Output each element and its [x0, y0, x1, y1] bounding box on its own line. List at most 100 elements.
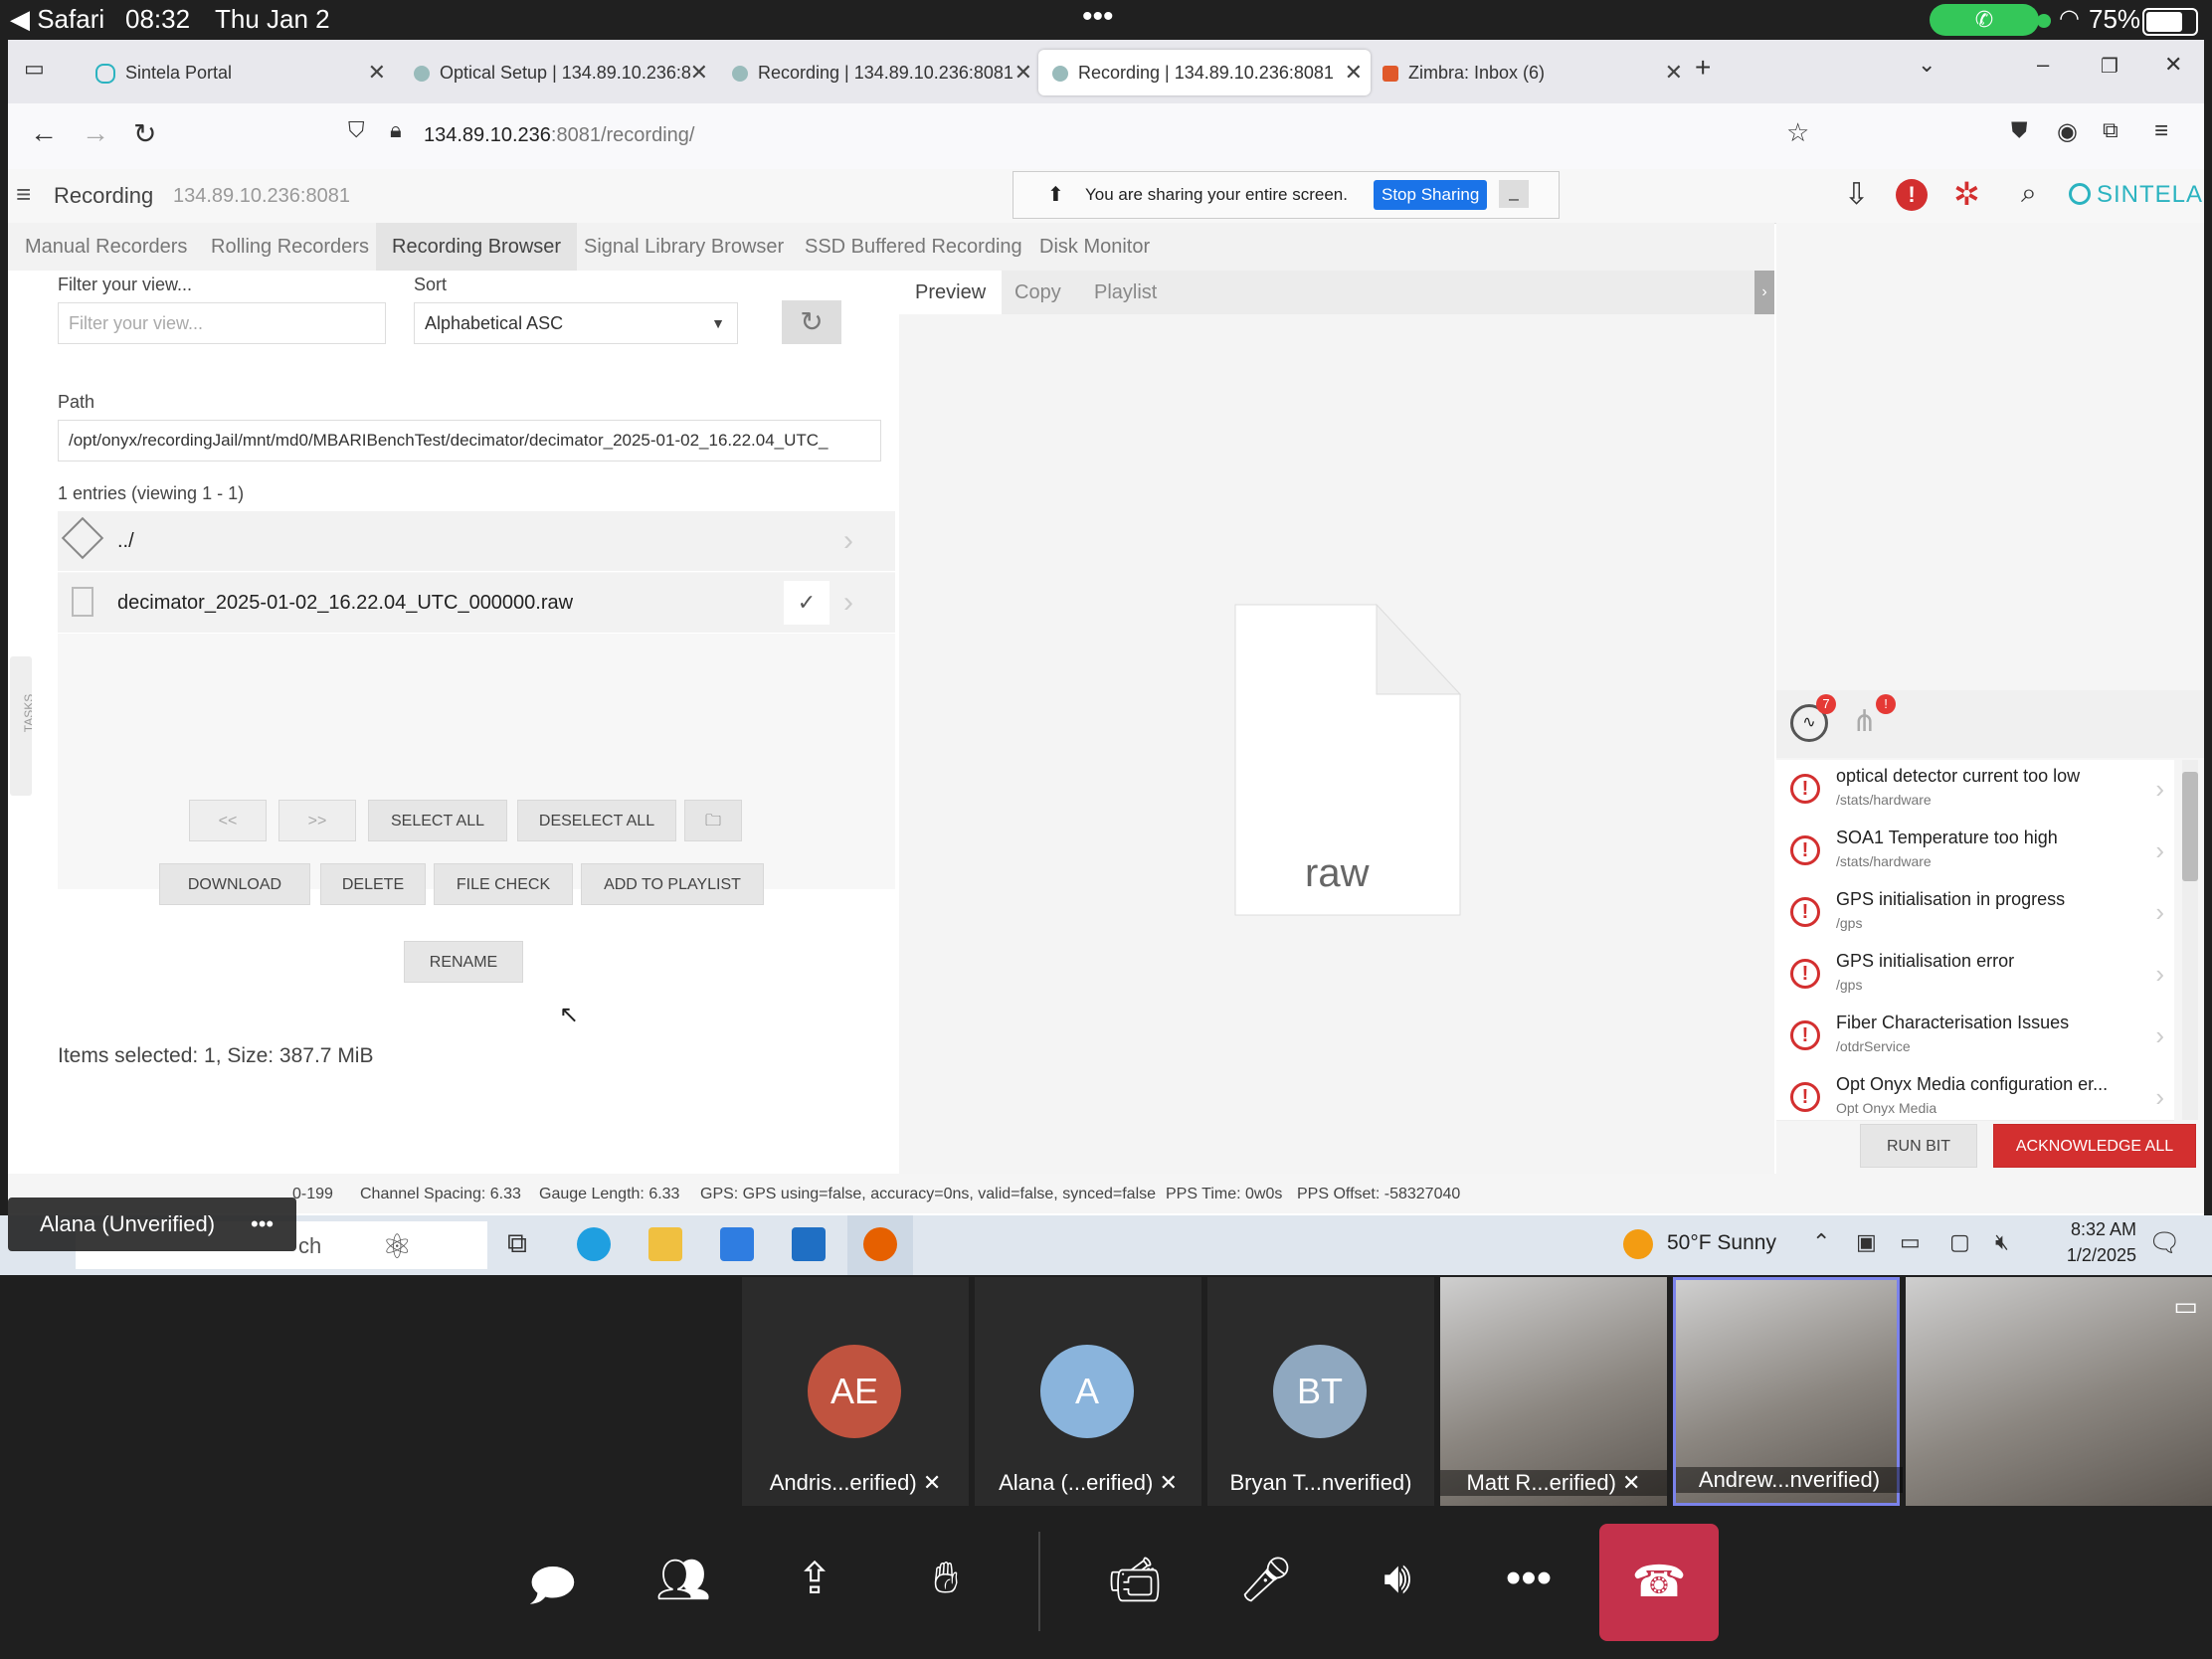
alert-item[interactable]: ! SOA1 Temperature too high/stats/hardwar… [1776, 822, 2174, 884]
url-field[interactable]: 134.89.10.236:8081/recording/ [424, 113, 1836, 157]
close-tab-icon[interactable]: ✕ [1345, 50, 1363, 95]
file-explorer-icon[interactable] [648, 1227, 682, 1261]
minimize-icon[interactable]: – [2037, 52, 2049, 78]
network-tray-icon[interactable]: ▢ [1949, 1229, 1970, 1255]
participant-tile[interactable]: A Alana (...erified) ✕ [975, 1277, 1201, 1506]
alerts-scrollbar[interactable] [2182, 760, 2198, 1120]
forward-icon[interactable]: → [82, 117, 109, 149]
tab-disk-monitor[interactable]: Disk Monitor [1039, 223, 1150, 271]
back-to-safari[interactable]: ◀ Safari [10, 4, 104, 35]
participants-icon[interactable]: 👥︎ [648, 1554, 718, 1605]
run-bit-button[interactable]: RUN BIT [1860, 1124, 1977, 1168]
stop-sharing-button[interactable]: Stop Sharing [1374, 180, 1488, 210]
volume-muted-icon[interactable]: 🔇︎ [1995, 1229, 2009, 1255]
shield-icon[interactable]: ⛉ [348, 117, 365, 143]
refresh-button[interactable]: ↻ [782, 300, 841, 344]
more-options-icon[interactable]: ••• [1494, 1554, 1564, 1603]
chat-icon[interactable]: 🗩︎ [517, 1554, 587, 1628]
tray-display-icon[interactable]: ▣ [1856, 1229, 1877, 1255]
pocket-icon[interactable]: ⛊ [2011, 117, 2028, 143]
tab-overview-icon[interactable]: ▭ [24, 56, 45, 82]
clock-date[interactable]: 1/2/2025 [2047, 1245, 2136, 1266]
new-tab-icon[interactable]: + [1695, 52, 1711, 84]
tab-preview[interactable]: Preview [899, 271, 1003, 314]
tab-ssd-buffered-recording[interactable]: SSD Buffered Recording [805, 223, 1022, 271]
close-tab-icon[interactable]: ✕ [690, 50, 708, 95]
camera-icon[interactable]: 📹︎ [1100, 1554, 1170, 1605]
alert-item[interactable]: ! GPS initialisation in progress/gps › [1776, 883, 2174, 946]
tab-copy[interactable]: Copy [1014, 271, 1061, 314]
clock-time[interactable]: 8:32 AM [2047, 1219, 2136, 1240]
minimize-banner-icon[interactable]: _ [1499, 180, 1529, 208]
battery-tray-icon[interactable]: ▭ [1900, 1229, 1921, 1255]
lock-icon[interactable]: 🔒︎ [390, 117, 402, 143]
raise-hand-icon[interactable]: ✋︎ [911, 1554, 981, 1603]
rename-button[interactable]: RENAME [404, 941, 523, 983]
tab-sintela-portal[interactable]: Sintela Portal ✕ [84, 50, 394, 95]
multitask-dots[interactable]: ••• [1082, 0, 1114, 34]
share-content-icon[interactable]: ⇪ [780, 1554, 849, 1604]
extensions-icon[interactable]: ⧉ [2103, 117, 2119, 143]
hang-up-button[interactable]: ☎ [1599, 1524, 1719, 1641]
close-tab-icon[interactable]: ✕ [1665, 50, 1683, 95]
selected-checkbox[interactable]: ✓ [784, 581, 830, 625]
tab-signal-library-browser[interactable]: Signal Library Browser [584, 223, 784, 271]
tab-recording-active[interactable]: Recording | 134.89.10.236:8081 ✕ [1038, 50, 1371, 95]
menu-icon[interactable]: ≡ [2154, 117, 2168, 145]
alert-item[interactable]: ! Fiber Characterisation Issues/otdrServi… [1776, 1007, 2174, 1069]
task-view-icon[interactable]: ⧉ [507, 1227, 541, 1261]
tab-manual-recorders[interactable]: Manual Recorders [25, 223, 187, 271]
filter-input[interactable]: Filter your view... [58, 302, 386, 344]
notifications-icon[interactable]: 🗨︎ [2148, 1227, 2181, 1258]
select-all-button[interactable]: SELECT ALL [368, 800, 507, 841]
alert-item[interactable]: ! Opt Onyx Media configuration er... Opt O… [1776, 1068, 2174, 1121]
tab-list-chevron-icon[interactable]: ⌄ [1918, 52, 1936, 78]
call-pill[interactable]: ✆ [1930, 4, 2039, 36]
atom-app-icon[interactable]: ⚛ [382, 1227, 416, 1266]
path-field[interactable]: /opt/onyx/recordingJail/mnt/md0/MBARIBen… [58, 420, 881, 461]
tab-playlist[interactable]: Playlist [1094, 271, 1157, 314]
mail-icon[interactable] [792, 1227, 826, 1261]
prev-page-button[interactable]: << [189, 800, 267, 841]
camera-switch-icon[interactable]: ▭ [2173, 1291, 2198, 1322]
reload-icon[interactable]: ↻ [133, 117, 156, 150]
new-folder-button[interactable]: 🗀 [684, 800, 742, 841]
edge-icon[interactable] [577, 1227, 611, 1261]
tasks-side-tab[interactable]: TASKS [10, 656, 36, 796]
tab-zimbra-inbox[interactable]: Zimbra: Inbox (6) ✕ [1371, 50, 1691, 95]
microphone-icon[interactable]: 🎤︎ [1231, 1554, 1301, 1605]
self-video-tile[interactable]: ▭ [1906, 1277, 2212, 1506]
delete-button[interactable]: DELETE [320, 863, 426, 905]
speaker-icon[interactable]: 🔊︎ [1363, 1554, 1432, 1603]
participant-video-tile[interactable]: Matt R...erified) ✕ [1440, 1277, 1667, 1506]
tray-chevron-icon[interactable]: ⌃ [1812, 1229, 1830, 1255]
search-icon[interactable]: ⌕ [2021, 177, 2037, 210]
back-icon[interactable]: ← [30, 117, 58, 149]
collapse-panel-icon[interactable]: › [1754, 271, 1774, 314]
alarm-icon[interactable]: ! [1896, 179, 1928, 211]
presenter-more-icon[interactable]: ••• [251, 1198, 274, 1251]
close-tab-icon[interactable]: ✕ [1014, 50, 1032, 95]
download-alert-icon[interactable]: ⇩ [1844, 177, 1869, 212]
list-item-parent[interactable]: ../ › [58, 511, 895, 572]
list-item-file[interactable]: decimator_2025-01-02_16.22.04_UTC_000000… [58, 573, 895, 634]
account-icon[interactable]: ◉ [2057, 117, 2078, 146]
store-icon[interactable] [720, 1227, 754, 1261]
tab-optical-setup[interactable]: Optical Setup | 134.89.10.236:8 ✕ [402, 50, 716, 95]
hamburger-icon[interactable]: ≡ [16, 179, 31, 210]
tab-recording-1[interactable]: Recording | 134.89.10.236:8081 ✕ [720, 50, 1040, 95]
next-page-button[interactable]: >> [278, 800, 356, 841]
participant-tile[interactable]: BT Bryan T...nverified) [1207, 1277, 1434, 1506]
bookmark-star-icon[interactable]: ☆ [1786, 117, 1809, 148]
acknowledge-all-button[interactable]: ACKNOWLEDGE ALL [1993, 1124, 2196, 1168]
close-window-icon[interactable]: ✕ [2164, 52, 2182, 78]
download-button[interactable]: DOWNLOAD [159, 863, 310, 905]
add-to-playlist-button[interactable]: ADD TO PLAYLIST [581, 863, 764, 905]
firefox-taskbar-button[interactable] [847, 1215, 913, 1275]
deselect-all-button[interactable]: DESELECT ALL [517, 800, 676, 841]
tab-rolling-recorders[interactable]: Rolling Recorders [211, 223, 369, 271]
restore-icon[interactable]: ❐ [2101, 54, 2119, 79]
tab-recording-browser[interactable]: Recording Browser [376, 223, 578, 271]
weather-text[interactable]: 50°F Sunny [1667, 1231, 1776, 1255]
close-tab-icon[interactable]: ✕ [368, 50, 386, 95]
